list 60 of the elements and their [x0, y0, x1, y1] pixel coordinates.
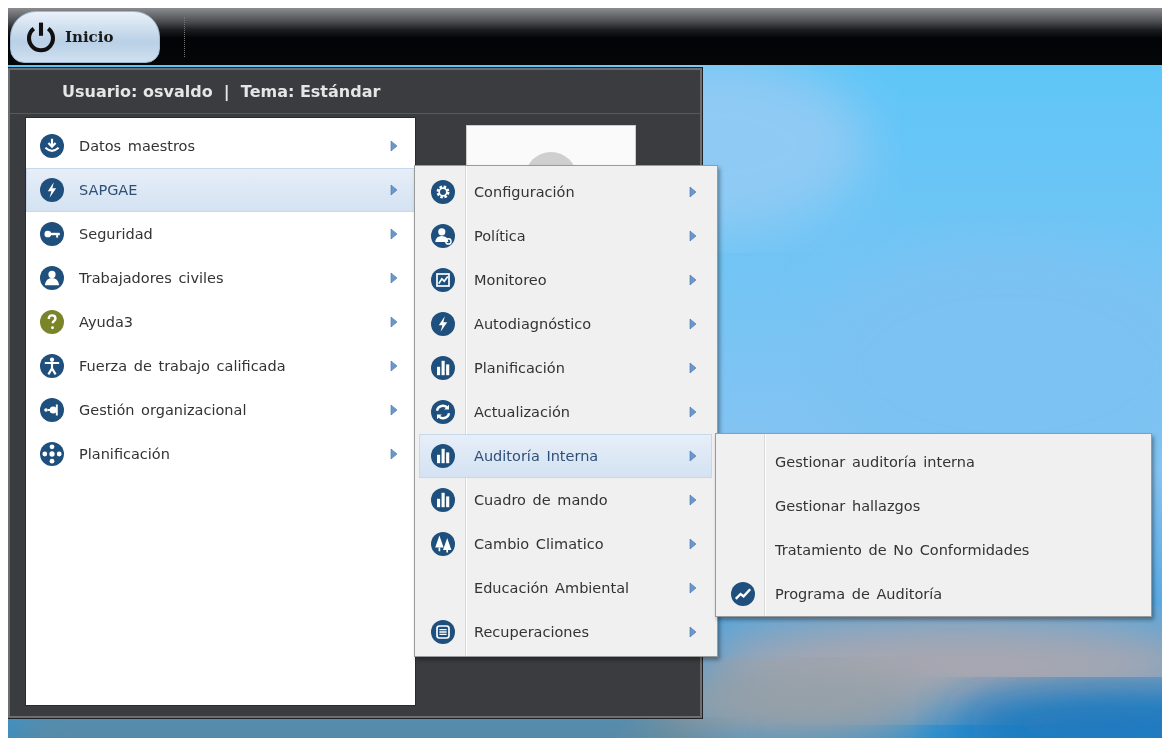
- menu-item[interactable]: Planificación: [26, 432, 415, 476]
- menu-item[interactable]: Trabajadores civiles: [26, 256, 415, 300]
- user-icon: [431, 224, 455, 248]
- gear-icon: [431, 180, 455, 204]
- caret-icon: [390, 184, 398, 196]
- hub-icon: [40, 442, 64, 466]
- menu-item[interactable]: Recuperaciones: [419, 610, 712, 654]
- question-icon: [40, 310, 64, 334]
- caret-icon: [390, 448, 398, 460]
- chart-icon: [431, 268, 455, 292]
- caret-icon: [390, 360, 398, 372]
- caret-icon: [689, 538, 697, 550]
- menu-item[interactable]: Actualización: [419, 390, 712, 434]
- caret-icon: [390, 316, 398, 328]
- user-theme-header: Usuario: osvaldo | Tema: Estándar: [10, 70, 700, 114]
- caret-icon: [689, 230, 697, 242]
- menu-item[interactable]: Cambio Climatico: [419, 522, 712, 566]
- caret-icon: [689, 318, 697, 330]
- bar-chart-icon: [431, 488, 455, 512]
- menu-item[interactable]: Fuerza de trabajo calificada: [26, 344, 415, 388]
- lightning-icon: [431, 312, 455, 336]
- caret-icon: [689, 274, 697, 286]
- menu-item[interactable]: Programa de Auditoría: [718, 572, 1147, 616]
- menu-item[interactable]: Gestionar hallazgos: [718, 484, 1147, 528]
- tree-icon: [431, 532, 455, 556]
- caret-icon: [689, 406, 697, 418]
- refresh-icon: [431, 400, 455, 424]
- menu-item[interactable]: SAPGAE: [26, 168, 415, 212]
- menu-item[interactable]: Política: [419, 214, 712, 258]
- menu-item[interactable]: Gestión organizacional: [26, 388, 415, 432]
- menu-item[interactable]: Monitoreo: [419, 258, 712, 302]
- bar-chart-icon: [431, 444, 455, 468]
- caret-icon: [390, 404, 398, 416]
- menu-item[interactable]: Auditoría Interna: [419, 434, 712, 478]
- caret-icon: [689, 494, 697, 506]
- caret-icon: [689, 362, 697, 374]
- menu-item[interactable]: Tratamiento de No Conformidades: [718, 528, 1147, 572]
- start-button[interactable]: Inicio: [10, 10, 160, 63]
- menu-item[interactable]: Ayuda3: [26, 300, 415, 344]
- menu-item[interactable]: Datos maestros: [26, 124, 415, 168]
- menu-item[interactable]: Autodiagnóstico: [419, 302, 712, 346]
- menu-item[interactable]: Educación Ambiental: [419, 566, 712, 610]
- menu-item[interactable]: Seguridad: [26, 212, 415, 256]
- caret-icon: [689, 450, 697, 462]
- caret-icon: [689, 582, 697, 594]
- list-icon: [431, 620, 455, 644]
- menu-item[interactable]: Cuadro de mando: [419, 478, 712, 522]
- lightning-icon: [40, 178, 64, 202]
- caret-icon: [689, 186, 697, 198]
- download-icon: [40, 134, 64, 158]
- caret-icon: [390, 272, 398, 284]
- key-icon: [40, 222, 64, 246]
- menu-item[interactable]: Gestionar auditoría interna: [718, 440, 1147, 484]
- caret-icon: [390, 140, 398, 152]
- caret-icon: [390, 228, 398, 240]
- person-icon: [40, 354, 64, 378]
- trend-icon: [731, 582, 755, 606]
- bar-chart-icon: [431, 356, 455, 380]
- menu-item[interactable]: Planificación: [419, 346, 712, 390]
- menu-item[interactable]: Configuración: [419, 170, 712, 214]
